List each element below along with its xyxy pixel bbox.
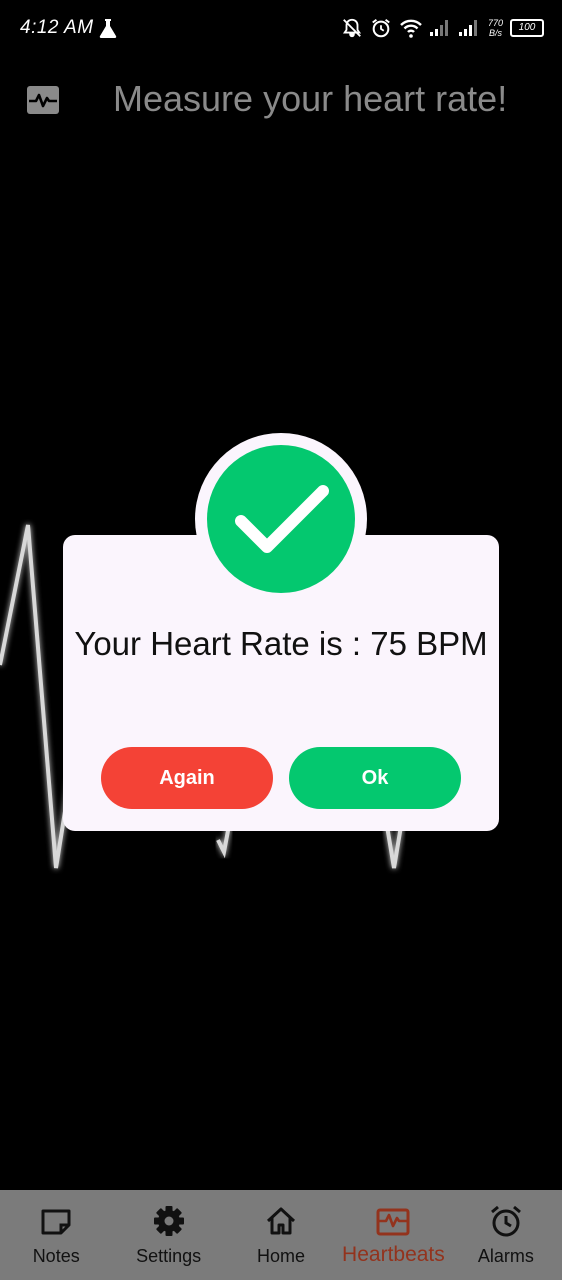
signal-icon-2 [458,20,477,36]
again-button[interactable]: Again [101,747,273,809]
check-icon [235,485,329,553]
app-header: Measure your heart rate! [0,68,562,132]
nav-item-settings[interactable]: Settings [112,1190,224,1280]
nav-item-home[interactable]: Home [225,1190,337,1280]
gear-icon [153,1206,184,1236]
battery-indicator: 100 [510,19,544,37]
home-icon [266,1207,296,1235]
heartbeat-icon [376,1208,410,1236]
nav-label-home: Home [257,1246,306,1266]
battery-level: 100 [518,22,536,33]
nav-label-notes: Notes [32,1246,80,1266]
wifi-icon [400,19,422,38]
heartbeat-monitor-icon [27,86,59,114]
status-icons: 770 B/s 100 [341,14,544,42]
status-time: 4:12 AM [20,17,94,38]
network-speed-value: 770 [487,18,503,28]
nav-label-alarms: Alarms [477,1246,534,1266]
ok-button-label: Ok [361,766,389,789]
page-title: Measure your heart rate! [113,78,508,119]
alarm-status-icon [372,18,390,38]
bottom-navigation: Notes Settings Home Heartbeats Alarms [0,1190,562,1280]
flask-icon [99,19,117,38]
note-icon [41,1209,71,1235]
nav-item-alarms[interactable]: Alarms [450,1190,562,1280]
ok-button[interactable]: Ok [289,747,461,809]
status-bar: 4:12 AM 770 B/s 100 [0,0,562,56]
app-screen: 4:12 AM 770 B/s 100 Measure your heart r… [0,0,562,1280]
again-button-label: Again [159,766,215,789]
nav-item-notes[interactable]: Notes [0,1190,112,1280]
heart-rate-message: Your Heart Rate is : 75 BPM [74,625,488,662]
nav-item-heartbeats[interactable]: Heartbeats [337,1190,449,1280]
nav-label-settings: Settings [136,1246,202,1266]
bell-off-icon [342,18,362,38]
nav-label-heartbeats: Heartbeats [342,1243,445,1266]
signal-icon [429,20,448,36]
alarm-clock-icon [490,1205,521,1237]
success-badge [207,445,355,593]
network-speed: 770 B/s [488,18,503,38]
network-speed-unit: B/s [488,28,502,38]
